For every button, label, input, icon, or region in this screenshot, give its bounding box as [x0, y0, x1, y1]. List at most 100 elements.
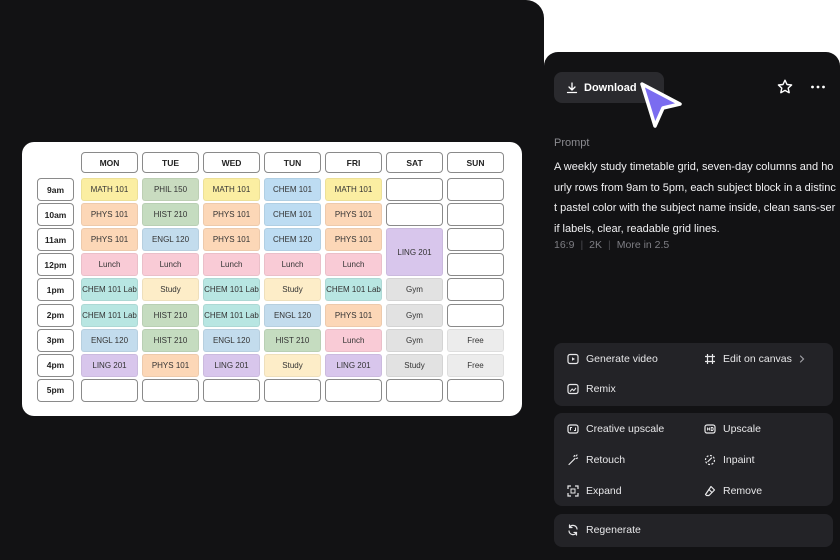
remix-button[interactable]: Remix: [567, 383, 616, 395]
remix-icon: [567, 383, 579, 395]
subject-block: Lunch: [325, 328, 382, 352]
retouch-label: Retouch: [586, 454, 626, 466]
chevron-right-icon: [799, 355, 805, 363]
edit-on-canvas-button[interactable]: Edit on canvas: [704, 353, 814, 365]
upscale-button[interactable]: Upscale: [704, 423, 761, 435]
day-header: WED: [203, 152, 260, 173]
subject-block: Free: [447, 328, 504, 352]
empty-slot: [264, 378, 321, 402]
time-label: 5pm: [37, 378, 74, 402]
subject-block: LING 201: [203, 353, 260, 377]
meta-resolution: 2K: [589, 239, 603, 251]
inpaint-button[interactable]: Inpaint: [704, 454, 755, 466]
meta-separator: |: [580, 239, 584, 251]
subject-block: MATH 101: [203, 178, 260, 201]
subject-block: LING 201: [325, 353, 382, 377]
pointer-cursor-icon: [640, 82, 682, 128]
subject-block: Lunch: [142, 253, 199, 277]
empty-slot: [447, 253, 504, 277]
subject-block: ENGL 120: [264, 303, 321, 327]
inpaint-label: Inpaint: [723, 454, 755, 466]
remove-button[interactable]: Remove: [704, 485, 762, 497]
regenerate-group: Regenerate: [554, 514, 833, 547]
more-options-icon[interactable]: [809, 78, 827, 96]
empty-slot: [447, 178, 504, 201]
upscale-label: Upscale: [723, 423, 761, 435]
meta-separator: |: [608, 239, 611, 251]
creative-upscale-button[interactable]: Creative upscale: [567, 423, 664, 435]
empty-slot: [142, 378, 199, 402]
retouch-button[interactable]: Retouch: [567, 454, 625, 466]
subject-block: PHYS 101: [325, 228, 382, 252]
favorite-star-icon[interactable]: [776, 78, 794, 96]
hd-upscale-icon: [704, 424, 716, 434]
generated-image[interactable]: MON TUE WED TUN FRI SAT SUN 9am 10am 11am 12pm 1pm 2…: [22, 142, 522, 416]
prompt-label: Prompt: [554, 137, 590, 149]
subject-block: Lunch: [325, 253, 382, 277]
empty-slot: [447, 203, 504, 227]
magic-wand-icon: [568, 454, 579, 466]
expand-label: Expand: [586, 485, 622, 497]
day-header: MON: [81, 152, 138, 173]
subject-block: HIST 210: [142, 328, 199, 352]
time-label: 3pm: [37, 328, 74, 352]
subject-block: LING 201: [386, 228, 443, 277]
time-label: 9am: [37, 178, 74, 201]
refresh-icon: [568, 524, 578, 536]
subject-block: HIST 210: [142, 303, 199, 327]
subject-block: CHEM 101 Lab: [81, 278, 138, 302]
download-icon: [566, 81, 578, 93]
subject-block: PHYS 101: [142, 353, 199, 377]
subject-block: Gym: [386, 328, 443, 352]
expand-icon: [567, 485, 579, 497]
subject-block: ENGL 120: [81, 328, 138, 352]
subject-block: PHYS 101: [203, 228, 260, 252]
time-label: 11am: [37, 228, 74, 252]
subject-block: PHYS 101: [81, 228, 138, 252]
empty-slot: [447, 228, 504, 252]
empty-slot: [203, 378, 260, 402]
expand-button[interactable]: Expand: [567, 485, 622, 497]
remove-label: Remove: [723, 485, 763, 497]
subject-block: CHEM 101: [264, 178, 321, 201]
subject-block: LING 201: [81, 353, 138, 377]
edit-on-canvas-label: Edit on canvas: [723, 353, 792, 365]
empty-slot: [447, 303, 504, 327]
time-label: 12pm: [37, 253, 74, 277]
subject-block: CHEM 101 Lab: [203, 303, 260, 327]
regenerate-button[interactable]: Regenerate: [567, 524, 641, 536]
subject-block: PHYS 101: [81, 203, 138, 227]
time-label: 10am: [37, 203, 74, 227]
subject-block: CHEM 101 Lab: [81, 303, 138, 327]
subject-block: Study: [264, 278, 321, 302]
subject-block: CHEM 101: [264, 203, 321, 227]
meta-more-link[interactable]: More in 2.5: [617, 239, 670, 251]
subject-block: CHEM 120: [264, 228, 321, 252]
creative-upscale-label: Creative upscale: [586, 423, 665, 435]
canvas-panel: MON TUE WED TUN FRI SAT SUN 9am 10am 11am 12pm 1pm 2…: [0, 0, 544, 560]
subject-block: Gym: [386, 278, 443, 302]
time-label: 2pm: [37, 303, 74, 327]
empty-slot: [447, 378, 504, 402]
subject-block: Study: [142, 278, 199, 302]
subject-block: PHYS 101: [325, 303, 382, 327]
inpaint-icon: [704, 454, 716, 466]
empty-slot: [386, 203, 443, 227]
subject-block: ENGL 120: [142, 228, 199, 252]
generate-video-button[interactable]: Generate video: [567, 353, 658, 365]
time-label: 1pm: [37, 278, 74, 302]
subject-block: Study: [386, 353, 443, 377]
subject-block: MATH 101: [325, 178, 382, 201]
empty-slot: [81, 378, 138, 402]
edit-actions-group: Creative upscale Upscale Retouch Inpaint…: [554, 413, 833, 506]
day-header: SAT: [386, 152, 443, 173]
subject-block: PHYS 101: [203, 203, 260, 227]
remix-label: Remix: [586, 383, 616, 395]
time-label: 4pm: [37, 353, 74, 377]
subject-block: Study: [264, 353, 321, 377]
subject-block: Lunch: [264, 253, 321, 277]
play-icon: [567, 353, 579, 365]
download-label: Download: [584, 81, 637, 94]
subject-block: PHYS 101: [325, 203, 382, 227]
subject-block: CHEM 101 Lab: [203, 278, 260, 302]
